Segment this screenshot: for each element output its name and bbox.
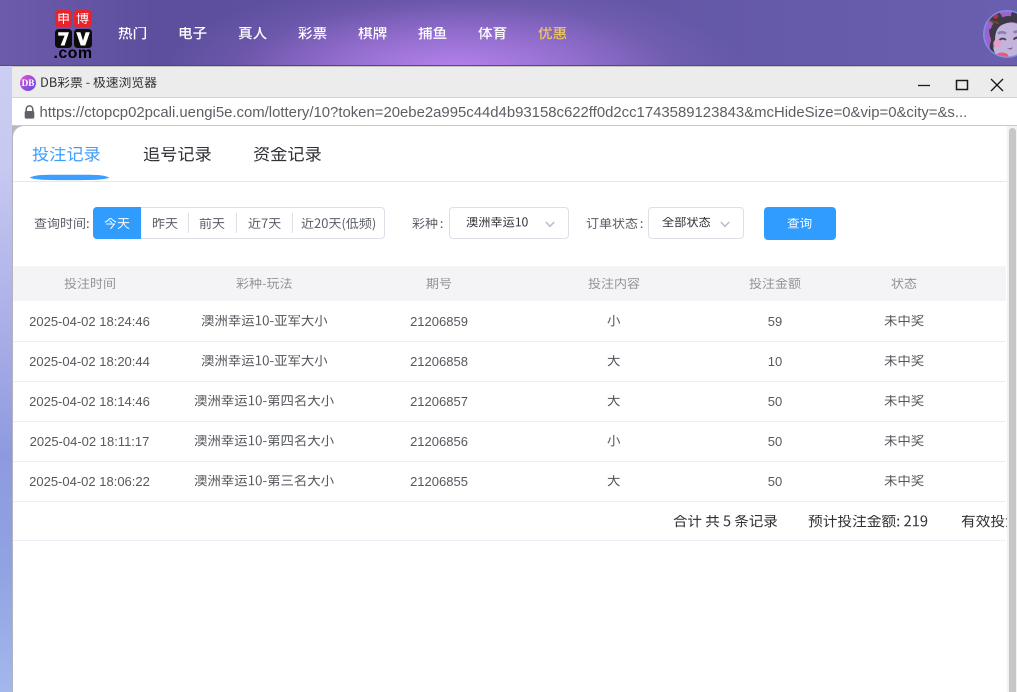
svg-text:DB: DB [21,78,34,88]
